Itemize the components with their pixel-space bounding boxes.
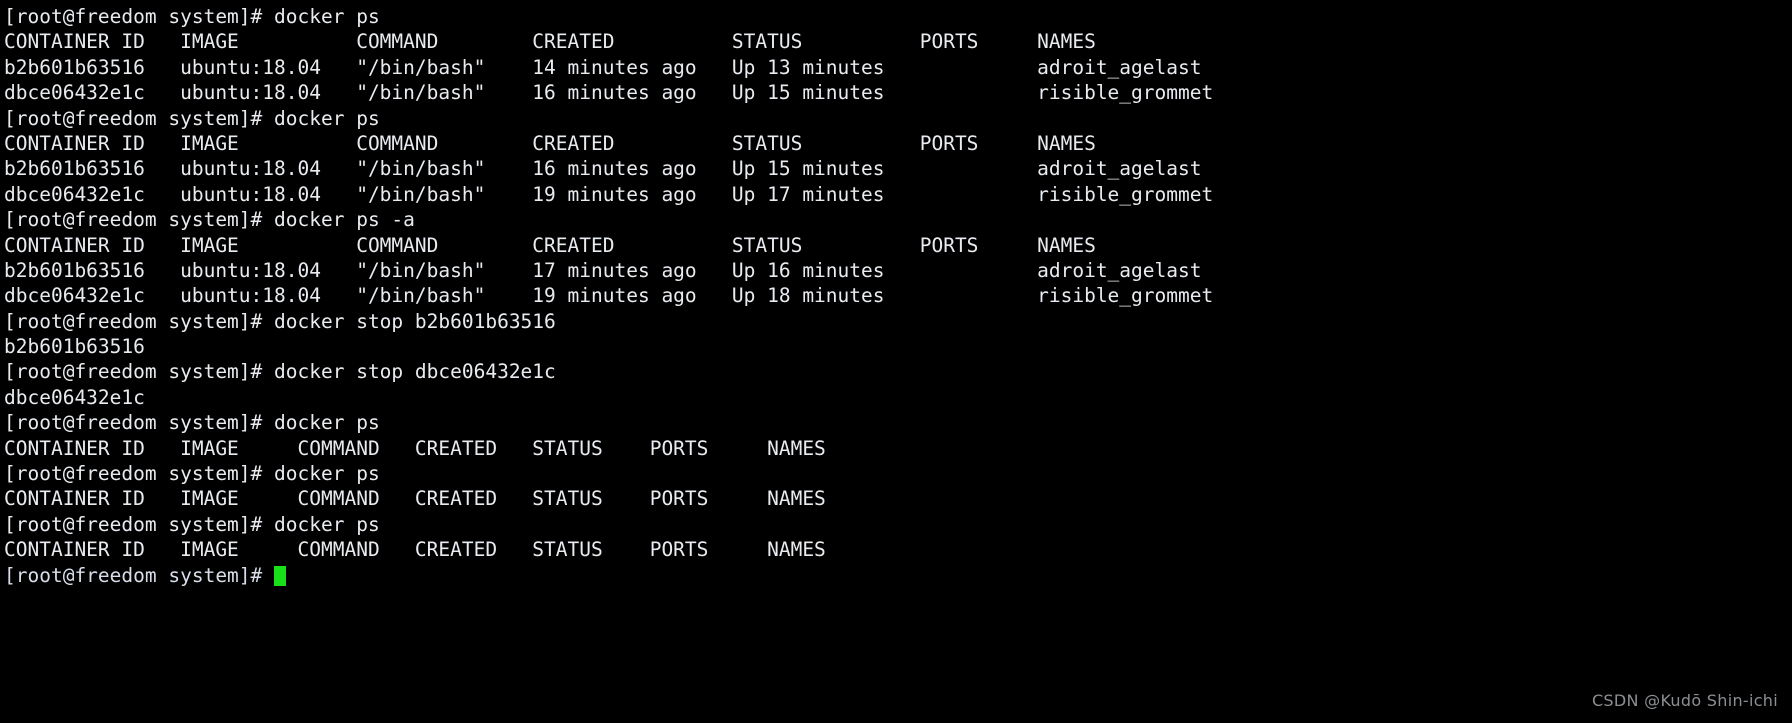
terminal-line: CONTAINER ID IMAGE COMMAND CREATED STATU… — [4, 538, 826, 562]
terminal-line: [root@freedom system]# docker stop b2b60… — [4, 309, 556, 333]
terminal-current-prompt-line: [root@freedom system]# — [4, 563, 1792, 588]
terminal-line: dbce06432e1c ubuntu:18.04 "/bin/bash" 16… — [4, 81, 1214, 105]
terminal-line: CONTAINER ID IMAGE COMMAND CREATED STATU… — [4, 487, 826, 511]
prompt-text: [root@freedom system]# — [4, 563, 275, 587]
terminal-line: [root@freedom system]# docker ps — [4, 106, 380, 130]
watermark-label: CSDN @Kudō Shin-ichi — [1591, 690, 1778, 710]
terminal-screen[interactable]: [root@freedom system]# docker ps CONTAINE… — [0, 0, 1792, 723]
terminal-line: b2b601b63516 ubuntu:18.04 "/bin/bash" 16… — [4, 157, 1202, 181]
terminal-line: CONTAINER ID IMAGE COMMAND CREATED STATU… — [4, 233, 1096, 257]
terminal-line: CONTAINER ID IMAGE COMMAND CREATED STATU… — [4, 131, 1096, 155]
terminal-line: dbce06432e1c — [4, 385, 145, 409]
terminal-line: CONTAINER ID IMAGE COMMAND CREATED STATU… — [4, 30, 1096, 54]
terminal-line: dbce06432e1c ubuntu:18.04 "/bin/bash" 19… — [4, 284, 1214, 308]
terminal-line: b2b601b63516 — [4, 335, 145, 359]
terminal-output: [root@freedom system]# docker ps CONTAINE… — [4, 4, 1792, 563]
terminal-line: [root@freedom system]# docker ps -a — [4, 208, 415, 232]
terminal-line: [root@freedom system]# docker ps — [4, 462, 380, 486]
terminal-line: [root@freedom system]# docker ps — [4, 411, 380, 435]
terminal-line: b2b601b63516 ubuntu:18.04 "/bin/bash" 14… — [4, 55, 1202, 79]
terminal-line: b2b601b63516 ubuntu:18.04 "/bin/bash" 17… — [4, 258, 1202, 282]
terminal-line: [root@freedom system]# docker ps — [4, 5, 380, 28]
terminal-line: dbce06432e1c ubuntu:18.04 "/bin/bash" 19… — [4, 182, 1214, 206]
terminal-line: [root@freedom system]# docker ps — [4, 512, 380, 536]
terminal-line: [root@freedom system]# docker stop dbce0… — [4, 360, 556, 384]
terminal-line: CONTAINER ID IMAGE COMMAND CREATED STATU… — [4, 436, 826, 460]
text-cursor — [274, 565, 286, 586]
